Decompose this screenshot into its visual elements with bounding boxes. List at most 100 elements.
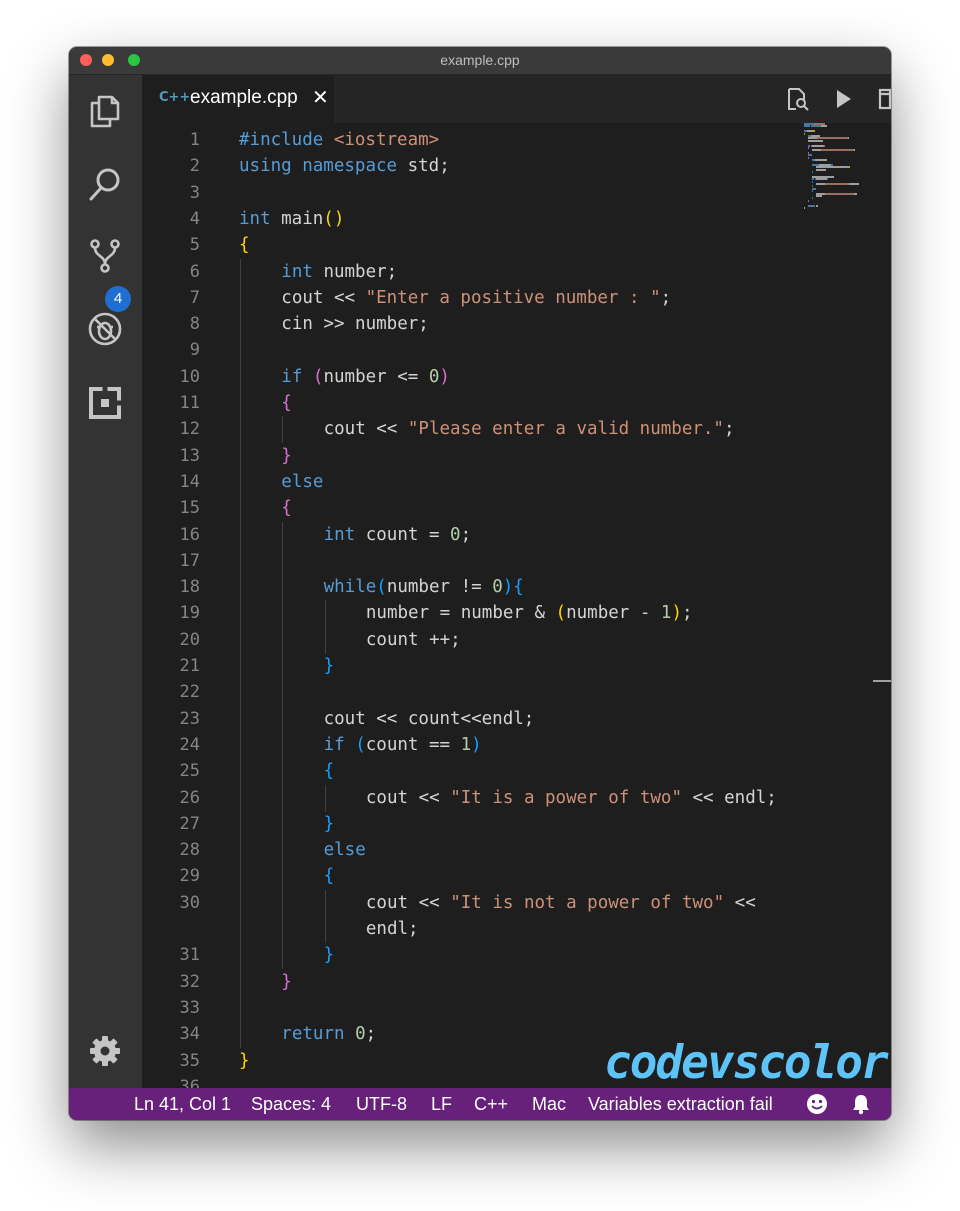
code-line[interactable]: 17 (142, 547, 891, 575)
extensions-icon[interactable] (85, 383, 125, 423)
code-line[interactable]: 33 (142, 994, 891, 1022)
status-encoding[interactable]: UTF-8 (356, 1094, 407, 1115)
line-number: 33 (179, 997, 200, 1018)
status-eol[interactable]: LF (431, 1094, 452, 1115)
code-line[interactable]: 29 { (142, 863, 891, 891)
code-line[interactable]: 20 count ++; (142, 626, 891, 654)
split-editor-icon[interactable] (877, 86, 891, 112)
code-token: "Please enter a valid number." (407, 419, 724, 440)
indent-guide (240, 521, 241, 549)
line-number: 28 (179, 840, 200, 861)
code-line[interactable]: 4 int main() (142, 206, 891, 232)
code-line[interactable]: 5{ (142, 232, 891, 258)
code-line[interactable]: 11 { (142, 390, 891, 417)
gear-icon[interactable] (85, 1031, 125, 1071)
code-token: } (323, 813, 335, 834)
line-number: 6 (189, 261, 200, 282)
minimap[interactable] (804, 123, 874, 223)
files-icon[interactable] (85, 91, 125, 131)
open-changes-icon[interactable] (784, 86, 810, 112)
code-line[interactable]: 28 else (142, 837, 891, 865)
indent-guide (282, 705, 284, 733)
line-number: 10 (179, 366, 200, 387)
code-token: int (281, 261, 313, 282)
status-platform[interactable]: Mac (532, 1094, 566, 1115)
minimap-line (826, 159, 827, 161)
code-editor[interactable]: 36 35} 34 return 0; 33 32} 31} endl; 30 cout << "… (142, 123, 891, 1088)
code-text: { (239, 232, 250, 258)
minimap-line (812, 197, 813, 200)
status-cursor-position[interactable]: Ln 41, Col 1 (134, 1094, 231, 1115)
indent-guide (240, 495, 241, 523)
code-line[interactable]: 2 using namespace std; (142, 153, 891, 179)
search-icon[interactable] (85, 164, 125, 204)
code-token: ( (376, 577, 387, 598)
indent-guide (282, 600, 284, 628)
indent-guide (240, 390, 241, 417)
code-line[interactable]: 13} (142, 442, 891, 470)
code-line[interactable]: endl; (142, 916, 891, 943)
code-text: cout << "It is a power of two" << endl; (366, 785, 777, 811)
indent-guide (282, 653, 284, 680)
code-text: } (239, 1048, 250, 1074)
indent-guide (240, 837, 241, 865)
status-language[interactable]: C++ (474, 1094, 508, 1115)
line-number: 36 (179, 1076, 200, 1088)
line-number: 21 (179, 656, 200, 676)
notifications-bell-icon[interactable] (850, 1093, 872, 1115)
status-message[interactable]: Variables extraction fail (588, 1094, 773, 1115)
code-line[interactable]: 7 cout << "Enter a positive number : "; (142, 284, 891, 312)
code-token: cout << count<<endl; (323, 708, 535, 729)
tab-example-cpp[interactable]: C++ example.cpp ✕ (142, 75, 334, 123)
code-line[interactable]: 8 cin >> number; (142, 311, 891, 339)
code-line[interactable]: 21} (142, 653, 891, 680)
activity-bar: 4 (69, 75, 142, 1088)
code-text: } (324, 811, 335, 837)
code-line[interactable]: 23 cout << count<<endl; (142, 705, 891, 733)
feedback-smiley-icon[interactable] (806, 1093, 828, 1115)
code-text: else (324, 837, 366, 863)
code-line[interactable]: 22 (142, 679, 891, 707)
code-line[interactable]: 9 (142, 337, 891, 365)
run-icon[interactable] (830, 86, 856, 112)
code-line[interactable]: 32} (142, 968, 891, 996)
code-line[interactable]: 18 while(number != 0){ (142, 574, 891, 602)
indent-guide (282, 416, 284, 444)
code-token: { (281, 393, 292, 413)
code-line[interactable]: 19 number = number & (number - 1); (142, 600, 891, 628)
code-line[interactable]: 15 { (142, 495, 891, 523)
status-indentation[interactable]: Spaces: 4 (251, 1094, 331, 1115)
code-token: cout << (365, 892, 451, 913)
source-control-icon[interactable] (85, 236, 125, 276)
code-line[interactable]: 3 (142, 180, 891, 206)
code-line[interactable]: 24 if (count == 1) (142, 731, 891, 759)
indent-guide (240, 889, 241, 917)
indent-guide (324, 784, 326, 812)
close-icon[interactable]: ✕ (312, 85, 329, 109)
code-line[interactable]: 30 cout << "It is not a power of two" << (142, 889, 891, 917)
code-line[interactable]: 14 else (142, 468, 891, 496)
code-line[interactable]: 1 #include <iostream> (142, 127, 891, 153)
minimap-line (808, 139, 823, 142)
code-token: count == (365, 734, 461, 755)
tab-bar: C++ example.cpp ✕ (142, 75, 891, 123)
code-line[interactable]: 12 cout << "Please enter a valid number."… (142, 416, 891, 444)
status-bar: Ln 41, Col 1 Spaces: 4 UTF-8 LF C++ Mac … (69, 1088, 891, 1120)
scrollbar-position-marker[interactable] (873, 680, 891, 682)
code-line[interactable]: 10 if (number <= 0) (142, 363, 891, 391)
minimap-line (812, 171, 813, 173)
code-text: count ++; (366, 627, 461, 653)
line-number: 9 (189, 340, 200, 361)
debug-icon[interactable] (85, 309, 125, 349)
code-line[interactable]: 25 { (142, 758, 891, 786)
code-token: using (239, 156, 292, 177)
code-line[interactable]: 31} (142, 942, 891, 970)
indent-guide (240, 968, 241, 996)
code-line[interactable]: 16 int count = 0; (142, 521, 891, 549)
code-token: ) (471, 734, 482, 755)
code-line[interactable]: 27} (142, 810, 891, 838)
code-line[interactable]: 6 int number; (142, 258, 891, 286)
indent-guide (240, 311, 241, 339)
code-line[interactable]: 26 cout << "It is a power of two" << endl… (142, 784, 891, 812)
